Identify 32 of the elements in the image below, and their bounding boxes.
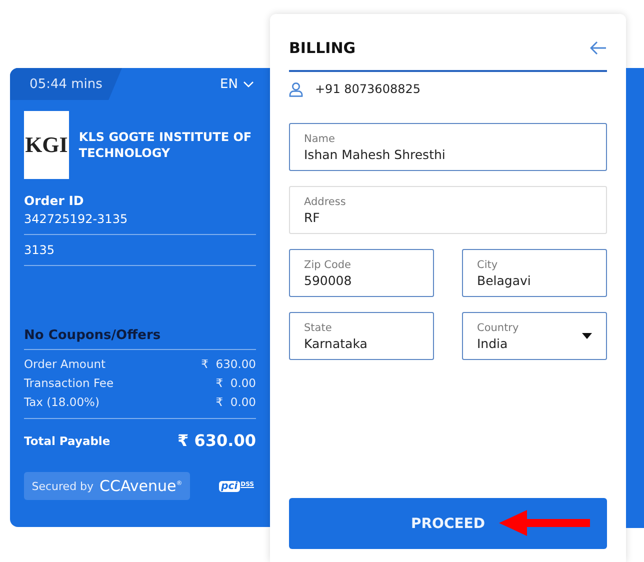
- merchant-logo: KGI: [24, 111, 69, 179]
- input-field[interactable]: Zip Code 590008: [289, 249, 434, 297]
- charge-amount: ₹ 630.00: [201, 357, 256, 371]
- input-field[interactable]: Name Ishan Mahesh Shresthi: [289, 123, 607, 171]
- order-id-value: 342725192-3135: [24, 212, 256, 235]
- brand-logo-text: CCAvenue$^{®}$: [100, 477, 182, 495]
- country-select[interactable]: Country India: [462, 312, 607, 360]
- input-field[interactable]: Address RF: [289, 186, 607, 234]
- order-id-label: Order ID: [24, 193, 85, 208]
- input-field[interactable]: City Belagavi: [462, 249, 607, 297]
- charge-label: Transaction Fee: [24, 376, 114, 390]
- charge-label: Tax (18.00%): [24, 395, 100, 409]
- total-amount: ₹ 630.00: [178, 431, 256, 450]
- back-arrow-icon: [590, 41, 607, 55]
- charge-label: Order Amount: [24, 357, 106, 371]
- total-label: Total Payable: [24, 434, 110, 448]
- proceed-button[interactable]: PROCEED: [289, 498, 607, 549]
- merchant-name: KLS GOGTE INSTITUTE OF TECHNOLOGY: [78, 129, 253, 161]
- back-button[interactable]: [590, 41, 607, 55]
- charge-amount: ₹ 0.00: [216, 376, 256, 390]
- charge-amount: ₹ 0.00: [216, 395, 256, 409]
- chevron-down-icon: [243, 80, 254, 88]
- phone-number: +91 8073608825: [315, 82, 420, 96]
- countdown-timer: 05:44 mins: [10, 68, 122, 100]
- input-field[interactable]: State Karnataka: [289, 312, 434, 360]
- coupons-heading: No Coupons/Offers: [24, 328, 256, 350]
- language-selector[interactable]: EN: [220, 76, 254, 92]
- dropdown-caret-icon: [582, 333, 592, 339]
- billing-title: BILLING: [289, 39, 356, 57]
- user-icon: [289, 82, 303, 96]
- order-reference: 3135: [24, 243, 256, 266]
- secured-by-text: Secured by: [32, 480, 94, 492]
